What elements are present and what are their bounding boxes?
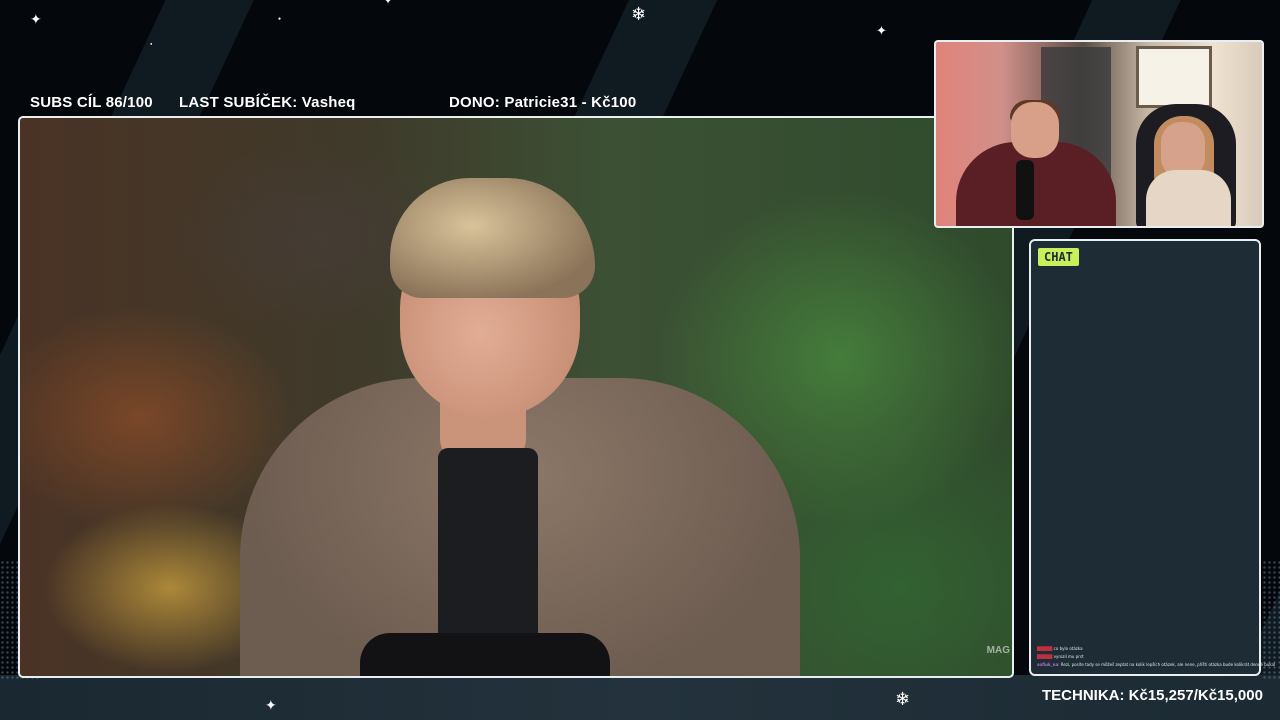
star-icon: ● <box>150 41 153 46</box>
star-icon: ✦ <box>30 11 42 27</box>
technika-goal-text: TECHNIKA: Kč15,257/Kč15,000 <box>1042 687 1263 704</box>
chat-message-text: co bylo otázka <box>1053 646 1083 651</box>
subs-goal-text: SUBS CÍL 86/100 <box>30 94 153 111</box>
chat-message-text: Rezi, posíte tady se můžeš zeptat na kol… <box>1060 662 1276 667</box>
chat-messages[interactable]: █████ co bylo otázka █████ vyrozil mu pr… <box>1037 645 1280 669</box>
chat-username: sofiuk_na <box>1037 662 1059 667</box>
last-sub-text: LAST SUBÍČEK: Vasheq <box>179 94 356 111</box>
snowflake-icon: ❄ <box>631 4 647 24</box>
donation-text: DONO: Patricie31 - Kč100 <box>449 94 637 111</box>
chat-label: CHAT <box>1038 248 1079 266</box>
person-gloves <box>360 633 610 676</box>
cam-window <box>1136 46 1212 108</box>
microphone <box>1016 160 1034 220</box>
cam-person-1-face <box>1011 102 1059 158</box>
star-icon: ✦ <box>876 23 887 38</box>
chat-message: sofiuk_na: Rezi, posíte tady se můžeš ze… <box>1037 662 1276 667</box>
chat-message-text: vyrozil mu prst <box>1053 654 1084 659</box>
star-icon: ✦ <box>265 697 277 713</box>
star-icon: ✦ <box>383 0 394 7</box>
person-hair <box>390 178 595 298</box>
webcam-feed <box>934 40 1264 228</box>
video-watermark: MAG <box>986 645 1010 656</box>
chat-panel[interactable]: CHAT █████ co bylo otázka █████ vyrozil … <box>1029 239 1275 676</box>
snowflake-icon: ❄ <box>895 689 911 709</box>
chat-message: █████ vyrozil mu prst <box>1037 653 1280 661</box>
chat-username: █████ <box>1037 646 1053 651</box>
star-icon: ● <box>278 16 282 22</box>
cam-person-2-body <box>1146 170 1231 226</box>
chat-message: █████ co bylo otázka <box>1037 645 1280 653</box>
chat-username: █████ <box>1037 654 1053 659</box>
main-video-player[interactable]: MAG <box>18 116 1014 678</box>
